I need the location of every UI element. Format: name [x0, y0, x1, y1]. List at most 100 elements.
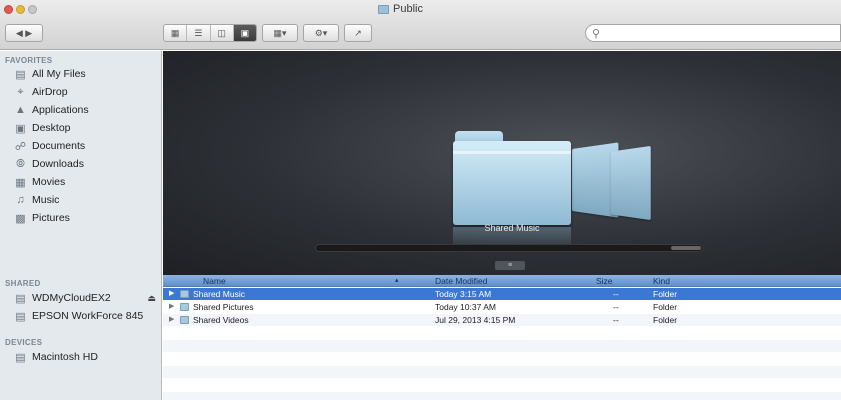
- applications-icon: ▲: [15, 104, 26, 116]
- cover-flow-scroll-thumb[interactable]: [671, 246, 701, 250]
- empty-row: [163, 379, 841, 391]
- zoom-window-button[interactable]: [28, 5, 37, 14]
- sidebar-item-applications[interactable]: ▲ Applications: [14, 102, 89, 118]
- sidebar-item-label: WDMyCloudEX2: [32, 292, 111, 304]
- sidebar-item-documents[interactable]: ☍ Documents: [14, 138, 85, 154]
- empty-row: [163, 366, 841, 378]
- cell-kind: Folder: [653, 315, 678, 325]
- sidebar-item-label: Pictures: [32, 212, 70, 224]
- sidebar-section-devices: DEVICES: [5, 338, 43, 347]
- arrange-button[interactable]: ▦▾: [262, 24, 298, 42]
- forward-arrow-icon[interactable]: ▶: [25, 28, 32, 39]
- back-forward-buttons[interactable]: ◀ ▶: [5, 24, 43, 42]
- cell-size: --: [613, 289, 619, 299]
- window-title: Public: [378, 2, 423, 16]
- airdrop-icon: ⌖: [17, 85, 24, 98]
- sidebar-item-label: EPSON WorkForce 845: [32, 310, 144, 322]
- sidebar-item-music[interactable]: ♫ Music: [14, 192, 59, 208]
- sidebar-item-macintosh-hd[interactable]: ▤ Macintosh HD: [14, 349, 98, 365]
- search-field[interactable]: ⚲: [585, 24, 841, 42]
- back-arrow-icon[interactable]: ◀: [16, 28, 23, 39]
- sidebar-item-label: Downloads: [32, 158, 84, 170]
- cell-name: Shared Music: [193, 289, 245, 299]
- sidebar-item-epson[interactable]: ▤ EPSON WorkForce 845: [14, 308, 143, 324]
- sort-indicator-icon: ▴: [395, 277, 399, 284]
- sidebar-item-downloads[interactable]: ⦾ Downloads: [14, 156, 84, 172]
- disclosure-triangle-icon[interactable]: ▶: [169, 301, 174, 313]
- empty-row: [163, 353, 841, 365]
- list-view-button[interactable]: ☰: [187, 25, 211, 41]
- folder-icon[interactable]: [610, 145, 651, 221]
- hard-drive-icon: ▤: [15, 351, 26, 364]
- eject-icon[interactable]: ⏏: [147, 293, 156, 304]
- sidebar-item-all-my-files[interactable]: ▤ All My Files: [14, 66, 85, 82]
- resize-handle[interactable]: ≡: [495, 261, 525, 270]
- folder-icon: [180, 303, 189, 311]
- column-header-size[interactable]: Size: [596, 275, 613, 287]
- toolbar: Public ◀ ▶ ▦ ☰ ◫ ▣ ▦▾ ⚙▾ ↗ ⚲: [0, 0, 841, 50]
- pictures-icon: ▩: [15, 212, 26, 225]
- table-row[interactable]: ▶ Shared Music Today 3:15 AM -- Folder: [163, 288, 841, 300]
- folder-icon[interactable]: [453, 131, 571, 225]
- sidebar-item-label: AirDrop: [32, 86, 68, 98]
- disclosure-triangle-icon[interactable]: ▶: [169, 314, 174, 326]
- sidebar-section-shared: SHARED: [5, 279, 41, 288]
- cover-flow-view-button[interactable]: ▣: [233, 25, 256, 41]
- table-row[interactable]: ▶ Shared Videos Jul 29, 2013 4:15 PM -- …: [163, 314, 841, 326]
- cell-kind: Folder: [653, 302, 678, 312]
- icon-view-button[interactable]: ▦: [164, 25, 188, 41]
- movies-icon: ▦: [15, 176, 26, 189]
- sidebar-section-favorites: FAVORITES: [5, 56, 53, 65]
- cell-name: Shared Videos: [193, 315, 249, 325]
- sidebar-item-label: Desktop: [32, 122, 71, 134]
- finder-window: Public ◀ ▶ ▦ ☰ ◫ ▣ ▦▾ ⚙▾ ↗ ⚲ FAVORITES ▤: [0, 0, 841, 400]
- search-icon: ⚲: [592, 27, 601, 40]
- cover-flow-view[interactable]: Shared Music ≡: [163, 51, 841, 275]
- printer-icon: ▤: [15, 310, 26, 323]
- cell-date: Today 10:37 AM: [435, 302, 496, 312]
- table-header: Name ▴ Date Modified Size Kind: [163, 275, 841, 287]
- file-list: Name ▴ Date Modified Size Kind ▶ Shared …: [163, 275, 841, 400]
- window-title-text: Public: [393, 3, 423, 15]
- column-header-date-modified[interactable]: Date Modified: [435, 275, 487, 287]
- cell-size: --: [613, 315, 619, 325]
- share-icon: ↗: [354, 27, 362, 38]
- column-view-button[interactable]: ◫: [211, 25, 234, 41]
- share-button[interactable]: ↗: [344, 24, 372, 42]
- cover-flow-scrollbar[interactable]: [315, 244, 703, 252]
- disclosure-triangle-icon[interactable]: ▶: [169, 288, 174, 300]
- sidebar-item-desktop[interactable]: ▣ Desktop: [14, 120, 71, 136]
- sidebar-item-label: Applications: [32, 104, 89, 116]
- view-mode-group[interactable]: ▦ ☰ ◫ ▣: [163, 24, 257, 42]
- folder-icon: [180, 316, 189, 324]
- sidebar: FAVORITES ▤ All My Files ⌖ AirDrop ▲ App…: [0, 51, 162, 400]
- folder-icon: [180, 290, 189, 298]
- minimize-window-button[interactable]: [16, 5, 25, 14]
- column-header-name[interactable]: Name: [203, 275, 226, 287]
- column-header-kind[interactable]: Kind: [653, 275, 670, 287]
- cell-name: Shared Pictures: [193, 302, 254, 312]
- cell-date: Jul 29, 2013 4:15 PM: [435, 315, 516, 325]
- action-button[interactable]: ⚙▾: [303, 24, 339, 42]
- gear-icon: ⚙▾: [314, 27, 328, 38]
- sidebar-item-airdrop[interactable]: ⌖ AirDrop: [14, 84, 68, 100]
- close-window-button[interactable]: [4, 5, 13, 14]
- empty-row: [163, 392, 841, 400]
- sidebar-item-wdmycloud[interactable]: ▤ WDMyCloudEX2 ⏏: [14, 290, 160, 306]
- sidebar-item-pictures[interactable]: ▩ Pictures: [14, 210, 70, 226]
- documents-icon: ☍: [14, 140, 27, 153]
- search-input[interactable]: [604, 27, 805, 39]
- table-row[interactable]: ▶ Shared Pictures Today 10:37 AM -- Fold…: [163, 301, 841, 313]
- downloads-icon: ⦾: [16, 157, 25, 170]
- desktop-icon: ▣: [15, 122, 26, 135]
- folder-icon: [378, 4, 389, 14]
- cell-size: --: [613, 302, 619, 312]
- arrange-icon: ▦▾: [273, 27, 287, 38]
- cell-kind: Folder: [653, 289, 678, 299]
- sidebar-item-label: Macintosh HD: [32, 351, 98, 363]
- empty-row: [163, 340, 841, 352]
- sidebar-item-label: Music: [32, 194, 60, 206]
- all-files-icon: ▤: [15, 68, 26, 81]
- sidebar-item-label: Documents: [32, 140, 86, 152]
- sidebar-item-movies[interactable]: ▦ Movies: [14, 174, 65, 190]
